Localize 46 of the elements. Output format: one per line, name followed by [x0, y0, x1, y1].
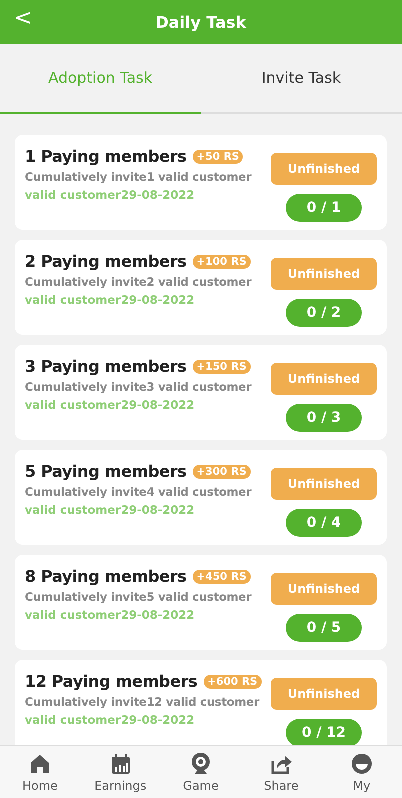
back-button[interactable]: <: [10, 6, 36, 31]
task-title: 12 Paying members: [25, 672, 198, 691]
status-button[interactable]: Unfinished: [271, 258, 377, 290]
status-button[interactable]: Unfinished: [271, 678, 377, 710]
task-date: valid customer29-08-2022: [25, 713, 196, 727]
task-date: valid customer29-08-2022: [25, 608, 196, 622]
nav-item[interactable]: Game: [160, 746, 242, 798]
reward-badge: +450 RS: [192, 570, 251, 584]
status-button[interactable]: Unfinished: [271, 573, 377, 605]
page-title: Daily Task: [156, 12, 246, 32]
task-description: Cumulatively invite5 valid customer: [25, 590, 253, 604]
task-date: valid customer29-08-2022: [25, 188, 196, 202]
task-description: Cumulatively invite4 valid customer: [25, 485, 253, 499]
progress-button[interactable]: 0 / 5: [286, 614, 362, 642]
reward-badge: +150 RS: [192, 360, 251, 374]
task-description: Cumulatively invite12 valid customer: [25, 695, 261, 709]
task-description: Cumulatively invite2 valid customer: [25, 275, 253, 289]
task-title: 1 Paying members: [25, 147, 187, 166]
progress-button[interactable]: 0 / 12: [286, 719, 362, 745]
task-date: valid customer29-08-2022: [25, 293, 196, 307]
progress-button[interactable]: 0 / 2: [286, 299, 362, 327]
task-title: 3 Paying members: [25, 357, 187, 376]
face-icon: [350, 752, 374, 776]
tab[interactable]: Adoption Task: [0, 44, 201, 114]
task-title: 2 Paying members: [25, 252, 187, 271]
tab[interactable]: Invite Task: [201, 44, 402, 114]
nav-item[interactable]: Earnings: [80, 746, 161, 798]
reward-badge: +600 RS: [204, 674, 262, 688]
task-description: Cumulatively invite1 valid customer: [25, 170, 253, 184]
nav-item[interactable]: My: [322, 746, 402, 798]
progress-button[interactable]: 0 / 3: [286, 404, 362, 432]
progress-button[interactable]: 0 / 4: [286, 509, 362, 537]
progress-button[interactable]: 0 / 1: [286, 194, 362, 222]
task-date: valid customer29-08-2022: [25, 398, 196, 412]
reward-badge: +50 RS: [192, 150, 244, 164]
status-button[interactable]: Unfinished: [271, 153, 377, 185]
task-title: 8 Paying members: [25, 567, 187, 586]
status-button[interactable]: Unfinished: [271, 363, 377, 395]
nav-item[interactable]: Home: [0, 746, 80, 798]
task-title: 5 Paying members: [25, 462, 187, 481]
task-date: valid customer29-08-2022: [25, 503, 196, 517]
status-button[interactable]: Unfinished: [271, 468, 377, 500]
nav-item[interactable]: Share: [241, 746, 322, 798]
reward-badge: +100 RS: [192, 254, 251, 268]
reward-badge: +300 RS: [192, 464, 251, 478]
task-description: Cumulatively invite3 valid customer: [25, 380, 253, 394]
